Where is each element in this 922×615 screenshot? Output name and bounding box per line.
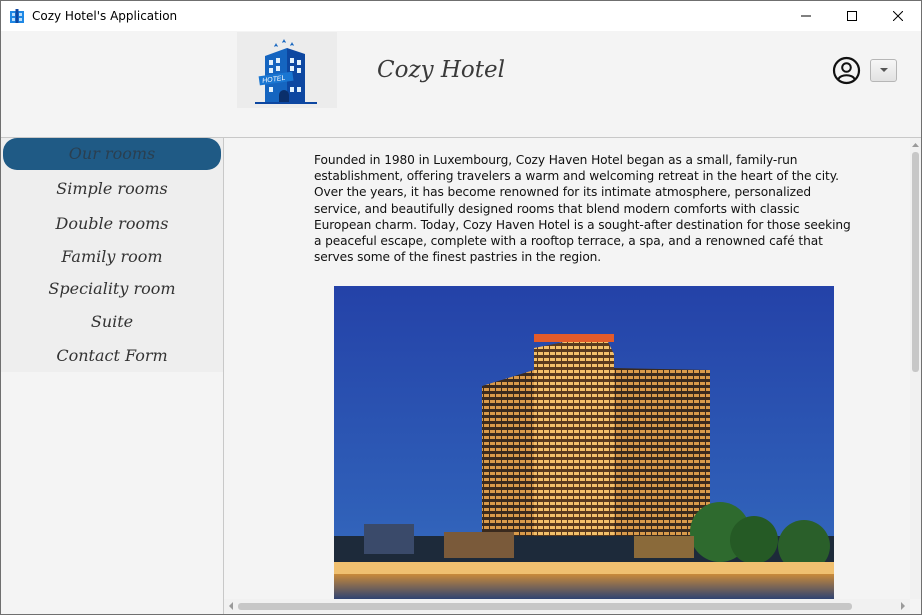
maximize-icon xyxy=(847,11,857,21)
app-header: HOTEL Cozy Hotel xyxy=(1,31,921,138)
nav-item-our-rooms[interactable]: Our rooms xyxy=(3,138,221,170)
hotel-building-icon: HOTEL xyxy=(255,39,317,104)
minimize-icon xyxy=(801,15,811,17)
horizontal-scroll-thumb[interactable] xyxy=(238,603,852,610)
hotel-logo: HOTEL xyxy=(237,32,337,108)
maximize-button[interactable] xyxy=(829,1,875,31)
nav-item-suite[interactable]: Suite xyxy=(1,306,223,338)
hotel-photo xyxy=(334,286,834,602)
intro-paragraph: Founded in 1980 in Luxembourg, Cozy Have… xyxy=(314,153,851,265)
app-window: Cozy Hotel's Application HOTEL Cozy Hote… xyxy=(0,0,922,615)
app-icon xyxy=(10,9,24,23)
nav-item-contact-form[interactable]: Contact Form xyxy=(1,340,223,372)
close-icon xyxy=(893,11,903,21)
user-account-icon[interactable] xyxy=(832,56,861,85)
account-dropdown-button[interactable] xyxy=(870,59,897,82)
nav-item-double-rooms[interactable]: Double rooms xyxy=(1,208,223,240)
scroll-right-icon[interactable] xyxy=(898,599,908,613)
scroll-up-icon[interactable] xyxy=(910,140,921,150)
main-content: Founded in 1980 in Luxembourg, Cozy Have… xyxy=(224,138,921,614)
nav-item-simple-rooms[interactable]: Simple rooms xyxy=(1,173,223,205)
horizontal-scrollbar[interactable] xyxy=(224,599,910,613)
vertical-scrollbar[interactable] xyxy=(910,138,921,599)
close-button[interactable] xyxy=(875,1,921,31)
caret-down-icon xyxy=(879,68,888,72)
title-bar[interactable]: Cozy Hotel's Application xyxy=(1,1,921,31)
sidebar: Our rooms Simple rooms Double rooms Fami… xyxy=(1,138,224,614)
brand-title: Cozy Hotel xyxy=(377,57,505,83)
minimize-button[interactable] xyxy=(783,1,829,31)
window-title: Cozy Hotel's Application xyxy=(32,9,178,23)
nav-panel: Our rooms Simple rooms Double rooms Fami… xyxy=(1,138,223,372)
vertical-scroll-thumb[interactable] xyxy=(912,152,919,372)
scroll-left-icon[interactable] xyxy=(226,599,236,613)
nav-item-family-room[interactable]: Family room xyxy=(1,241,223,273)
nav-item-speciality-room[interactable]: Speciality room xyxy=(1,273,223,305)
